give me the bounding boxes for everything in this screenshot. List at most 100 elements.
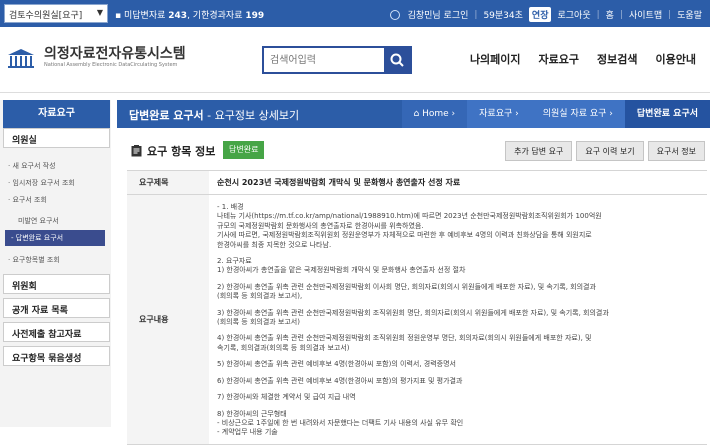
status-badge: 답변완료 <box>223 141 265 159</box>
body-line: 2. 요구자료 <box>217 257 252 266</box>
overdue-label: 기한경과자료 <box>192 11 243 21</box>
body-text: - 1. 배경 나테뉴 기사(https://m.tf.co.kr/amp/nat… <box>217 203 699 438</box>
breadcrumb-office-request[interactable]: 의원실 자료 요구 › <box>530 100 625 128</box>
sidebar-cat-bundle[interactable]: 요구항목 묶음생성 <box>3 346 110 366</box>
national-assembly-emblem-icon <box>8 49 34 68</box>
search-input[interactable] <box>264 48 384 72</box>
body-line <box>217 353 699 360</box>
body-line <box>217 327 699 334</box>
body-line <box>217 302 699 309</box>
sidebar-cat-committee[interactable]: 위원회 <box>3 274 110 294</box>
sidebar-item-temp-saved[interactable]: · 임시저장 요구서 조회 <box>8 178 108 188</box>
body-label: 요구내용 <box>127 194 209 445</box>
body-line: 4) 한경아씨 총연출 위촉 관련 순천만국제정원박람회 조직위원회 정원운영부… <box>217 334 592 343</box>
body-line: 한경아씨를 최종 지목한 것으로 나타남. <box>217 240 332 249</box>
sidebar-cat-pre-submitted[interactable]: 사전제출 참고자료 <box>3 322 110 342</box>
body-line: 1) 한경아씨가 총연출을 맡은 국제정원박람회 개막식 및 문화행사 총연출자… <box>217 266 466 275</box>
session-timer: 59분34초 <box>483 11 523 21</box>
sitemap-link[interactable]: 사이트맵 <box>629 8 662 21</box>
user-icon <box>389 9 400 20</box>
divider: | <box>668 9 672 20</box>
logo-title: 의정자료전자유통시스템 <box>44 46 186 62</box>
breadcrumb: ⌂ Home › 자료요구 › 의원실 자료 요구 › 답변완료 요구서 <box>401 100 710 128</box>
subject-row: 요구제목 순천시 2023년 국제정원박람회 개막식 및 문화행사 총연출자 선… <box>127 170 707 195</box>
section-title: 요구 항목 정보 <box>147 145 216 158</box>
unanswered-count[interactable]: 243 <box>168 11 187 21</box>
logout-link[interactable]: 로그아웃 <box>557 8 590 21</box>
breadcrumb-current: 답변완료 요구서 <box>624 100 710 128</box>
body-line: 3) 한경아씨 총연출 위촉 관련 순천만국제정원박람회 조직위원회 명단, 회… <box>217 308 609 317</box>
nav-my-page[interactable]: 나의페이지 <box>470 51 521 67</box>
main-nav: 나의페이지 자료요구 정보검색 이용안내 <box>470 51 696 67</box>
request-stats: ▪ 미답변자료 243, 기한경과자료 199 <box>115 11 265 21</box>
action-buttons: 추가 답변 요구 요구 이력 보기 요구서 정보 <box>505 141 705 161</box>
bullet-icon: ▪ <box>115 11 122 21</box>
document-icon <box>131 145 142 157</box>
logo-subtitle: National Assembly Electronic DataCircula… <box>44 62 178 68</box>
home-icon: ⌂ <box>413 109 423 119</box>
organization-select-value: 검토수의원실[요구] <box>9 11 83 21</box>
body-line: (회의록 등 회의결과 보고서) <box>217 318 300 327</box>
site-logo[interactable]: 의정자료전자유통시스템 National Assembly Electronic… <box>6 43 216 73</box>
unanswered-label: 미답변자료 <box>123 11 166 21</box>
main-content: 요구 항목 정보 답변완료 추가 답변 요구 요구 이력 보기 요구서 정보 요… <box>127 136 707 445</box>
sidebar-item-by-item[interactable]: · 요구항목별 조회 <box>8 255 108 265</box>
top-right-links: 김창민님 로그인 | 59분34초 연장 로그아웃 | 홈 | 사이트맵 | 도… <box>389 7 702 22</box>
help-link[interactable]: 도움말 <box>677 8 702 21</box>
user-login-status: 김창민님 로그인 <box>407 11 469 21</box>
body-line <box>217 276 699 283</box>
top-bar: 검토수의원실[요구] ▼ ▪ 미답변자료 243, 기한경과자료 199 김창민… <box>0 0 710 27</box>
divider: | <box>474 9 478 20</box>
body-line: - 계약업무 내용 기술 <box>217 428 278 437</box>
page-title-bar: 답변완료 요구서 - 요구정보 상세보기 ⌂ Home › 자료요구 › 의원실… <box>117 100 710 128</box>
sidebar-item-answered[interactable]: - 답변완료 요구서 <box>5 230 105 246</box>
body-line <box>217 386 699 393</box>
search-button[interactable] <box>384 48 410 72</box>
body-line: 5) 한경아씨 총연출 위촉 관련 예비후보 4명(한경아씨 포함)의 이력서,… <box>217 360 456 369</box>
home-link[interactable]: 홈 <box>606 8 614 21</box>
body-line: - 1. 배경 <box>217 203 244 211</box>
subject-label: 요구제목 <box>127 170 209 195</box>
breadcrumb-home[interactable]: ⌂ Home › <box>401 100 468 128</box>
sidebar: 자료요구 의원실 · 새 요구서 작성 · 임시저장 요구서 조회 · 요구서 … <box>0 100 111 427</box>
body-value: - 1. 배경 나테뉴 기사(https://m.tf.co.kr/amp/nat… <box>209 194 707 445</box>
overdue-count[interactable]: 199 <box>245 11 264 21</box>
divider: | <box>619 9 623 20</box>
site-header: 의정자료전자유통시스템 National Assembly Electronic… <box>0 27 710 93</box>
body-line: 규모의 국제정원박람회 문화행사의 총연출자로 한경아씨를 위촉하였음. <box>217 221 424 230</box>
sidebar-cat-public-list[interactable]: 공개 자료 목록 <box>3 298 110 318</box>
body-line: (회의록 등 회의결과 보고서), <box>217 292 303 301</box>
organization-select[interactable]: 검토수의원실[요구] ▼ <box>4 4 108 23</box>
sidebar-title: 자료요구 <box>3 100 110 128</box>
body-line: 기사에 따르면, 국제정원박람회조직위원회 정원운영부가 자체적으로 마련한 후… <box>217 231 592 240</box>
body-line <box>217 370 699 377</box>
body-row: 요구내용 - 1. 배경 나테뉴 기사(https://m.tf.co.kr/am… <box>127 194 707 445</box>
search-icon <box>390 53 404 67</box>
body-line: 속기록, 회의결과(회의록 등 회의결과 보고서) <box>217 343 350 352</box>
sidebar-subitem-unsent[interactable]: 미발연 요구서 <box>18 216 59 226</box>
nav-data-request[interactable]: 자료요구 <box>539 51 579 67</box>
body-line <box>217 250 699 257</box>
search-box <box>262 46 412 74</box>
breadcrumb-data-request[interactable]: 자료요구 › <box>467 100 531 128</box>
page-title: 답변완료 요구서 - 요구정보 상세보기 <box>129 109 300 122</box>
request-history-button[interactable]: 요구 이력 보기 <box>576 141 644 161</box>
nav-usage-guide[interactable]: 이용안내 <box>656 51 696 67</box>
nav-info-search[interactable]: 정보검색 <box>597 51 637 67</box>
sidebar-item-request-view[interactable]: · 요구서 조회 <box>8 195 108 205</box>
chevron-down-icon: ▼ <box>96 8 103 17</box>
body-line <box>217 403 699 410</box>
body-line: 6) 한경아씨 총연출 위촉 관련 예비후보 4명(한경아씨 포함)의 평가지표… <box>217 376 463 385</box>
subject-value: 순천시 2023년 국제정원박람회 개막식 및 문화행사 총연출자 선정 자료 <box>209 170 707 195</box>
divider: | <box>596 9 600 20</box>
extend-session-button[interactable]: 연장 <box>528 7 552 22</box>
sidebar-cat-office[interactable]: 의원실 <box>3 128 110 148</box>
request-detail-table: 요구제목 순천시 2023년 국제정원박람회 개막식 및 문화행사 총연출자 선… <box>127 170 707 445</box>
body-line: 8) 한경아씨의 근무형태 <box>217 409 287 418</box>
additional-answer-request-button[interactable]: 추가 답변 요구 <box>505 141 573 161</box>
body-line: 2) 한경아씨 총연출 위촉 관련 순천만국제정원박람회 이사회 명단, 회의자… <box>217 282 596 291</box>
body-line: 나테뉴 기사(https://m.tf.co.kr/amp/national/1… <box>217 212 602 221</box>
body-line: 7) 한경아씨와 체결한 계약서 및 급여 지급 내역 <box>217 393 356 402</box>
request-info-button[interactable]: 요구서 정보 <box>647 141 705 161</box>
sidebar-item-new-request[interactable]: · 새 요구서 작성 <box>8 161 108 171</box>
